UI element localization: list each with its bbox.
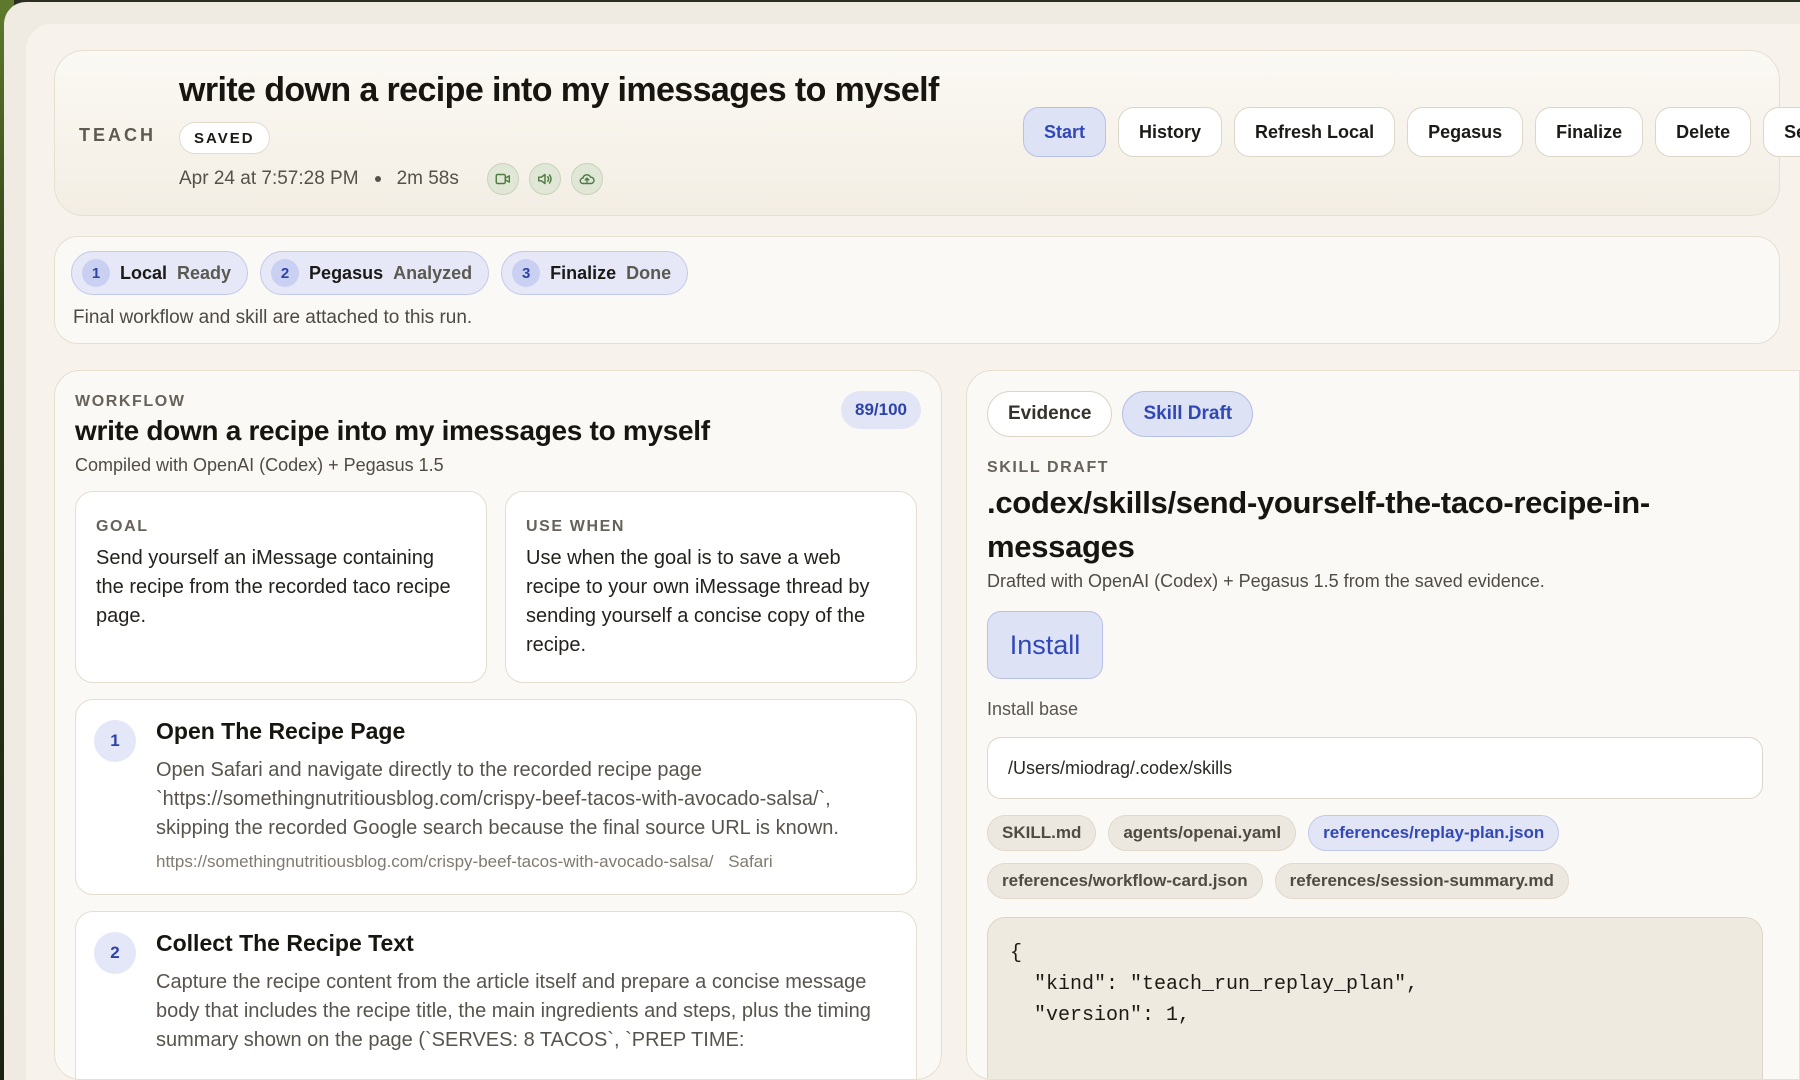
- install-base-input[interactable]: [987, 737, 1763, 799]
- stage-name: Pegasus: [309, 262, 384, 283]
- pipeline-status: 1 Local Ready 2 Pegasus Analyzed 3 Final…: [54, 236, 1780, 344]
- step-app: Safari: [728, 852, 773, 871]
- run-meta: Apr 24 at 7:57:28 PM 2m 58s: [179, 163, 603, 195]
- stage-finalize[interactable]: 3 Finalize Done: [501, 251, 689, 295]
- run-toolbar: Start History Refresh Local Pegasus Fina…: [1023, 107, 1800, 157]
- separator-dot: [374, 176, 381, 182]
- use-when-box: USE WHEN Use when the goal is to save a …: [505, 491, 917, 683]
- use-when-label: USE WHEN: [526, 518, 626, 535]
- stage-status: Ready: [177, 262, 232, 283]
- stage-name: Finalize: [550, 262, 617, 283]
- run-duration: 2m 58s: [396, 168, 459, 189]
- goal-text: Send yourself an iMessage containing the…: [96, 547, 451, 627]
- skill-draft-label: SKILL DRAFT: [987, 459, 1110, 476]
- stage-pegasus[interactable]: 2 Pegasus Analyzed: [260, 251, 490, 295]
- status-badge: SAVED: [179, 122, 270, 154]
- audio-icon[interactable]: [528, 163, 561, 195]
- use-when-text: Use when the goal is to save a web recip…: [526, 547, 870, 656]
- refresh-local-button[interactable]: Refresh Local: [1234, 107, 1396, 157]
- evidence-tabs: Evidence Skill Draft: [987, 391, 1254, 437]
- stage-number: 2: [271, 259, 300, 287]
- teach-run-panel: TEACH write down a recipe into my imessa…: [26, 24, 1800, 1080]
- run-title: write down a recipe into my imessages to…: [179, 71, 939, 109]
- file-chip[interactable]: references/session-summary.md: [1274, 863, 1569, 899]
- step-meta: https://somethingnutritiousblog.com/cris…: [156, 852, 773, 872]
- run-timestamp: Apr 24 at 7:57:28 PM: [179, 168, 359, 189]
- history-button[interactable]: History: [1118, 107, 1223, 157]
- step-number: 2: [94, 932, 136, 974]
- skill-file-list: SKILL.md agents/openai.yaml references/r…: [987, 815, 1767, 899]
- stage-local[interactable]: 1 Local Ready: [71, 251, 249, 295]
- setup-button[interactable]: Setup: [1763, 107, 1800, 157]
- skill-subtitle: Drafted with OpenAI (Codex) + Pegasus 1.…: [987, 571, 1545, 591]
- workflow-card: WORKFLOW write down a recipe into my ime…: [54, 370, 942, 1080]
- step-url[interactable]: https://somethingnutritiousblog.com/cris…: [156, 852, 713, 871]
- stage-number: 3: [512, 259, 541, 287]
- step-title: Collect The Recipe Text: [156, 930, 414, 956]
- goal-label: GOAL: [96, 518, 149, 535]
- delete-button[interactable]: Delete: [1655, 107, 1752, 157]
- file-chip[interactable]: SKILL.md: [987, 815, 1097, 851]
- skill-draft-card: Evidence Skill Draft SKILL DRAFT .codex/…: [966, 370, 1800, 1080]
- step-number: 1: [94, 720, 136, 762]
- tab-evidence[interactable]: Evidence: [987, 391, 1113, 437]
- start-button[interactable]: Start: [1023, 107, 1107, 157]
- section-label-teach: TEACH: [79, 125, 156, 145]
- install-button[interactable]: Install: [987, 611, 1103, 679]
- file-chip[interactable]: agents/openai.yaml: [1108, 815, 1297, 851]
- file-chip[interactable]: references/workflow-card.json: [987, 863, 1263, 899]
- upload-cloud-icon[interactable]: [570, 163, 603, 195]
- workflow-label: WORKFLOW: [75, 393, 186, 410]
- pipeline-note: Final workflow and skill are attached to…: [73, 307, 473, 328]
- workflow-title: write down a recipe into my imessages to…: [75, 415, 710, 446]
- stage-name: Local: [120, 262, 168, 283]
- stage-status: Analyzed: [393, 262, 473, 283]
- install-base-label: Install base: [987, 699, 1079, 719]
- score-badge: 89/100: [841, 391, 921, 429]
- goal-box: GOAL Send yourself an iMessage containin…: [75, 491, 487, 683]
- tab-skill-draft[interactable]: Skill Draft: [1122, 391, 1254, 437]
- stage-status: Done: [626, 262, 672, 283]
- workflow-subtitle: Compiled with OpenAI (Codex) + Pegasus 1…: [75, 455, 444, 475]
- workflow-step[interactable]: 1 Open The Recipe Page Open Safari and n…: [75, 699, 917, 895]
- workflow-step[interactable]: 2 Collect The Recipe Text Capture the re…: [75, 911, 917, 1079]
- pegasus-button[interactable]: Pegasus: [1407, 107, 1524, 157]
- step-body: Open Safari and navigate directly to the…: [156, 759, 839, 839]
- skill-path-title: .codex/skills/send-yourself-the-taco-rec…: [987, 485, 1650, 564]
- file-preview-code: { "kind": "teach_run_replay_plan", "vers…: [987, 917, 1763, 1079]
- step-title: Open The Recipe Page: [156, 718, 406, 744]
- stage-number: 1: [82, 259, 110, 287]
- app-window: TEACH write down a recipe into my imessa…: [4, 2, 1800, 1080]
- video-icon[interactable]: [486, 163, 519, 195]
- run-header: TEACH write down a recipe into my imessa…: [54, 50, 1800, 216]
- pipeline-stages: 1 Local Ready 2 Pegasus Analyzed 3 Final…: [71, 251, 689, 295]
- step-body: Capture the recipe content from the arti…: [156, 971, 871, 1051]
- file-chip-active[interactable]: references/replay-plan.json: [1308, 815, 1560, 851]
- finalize-button[interactable]: Finalize: [1535, 107, 1644, 157]
